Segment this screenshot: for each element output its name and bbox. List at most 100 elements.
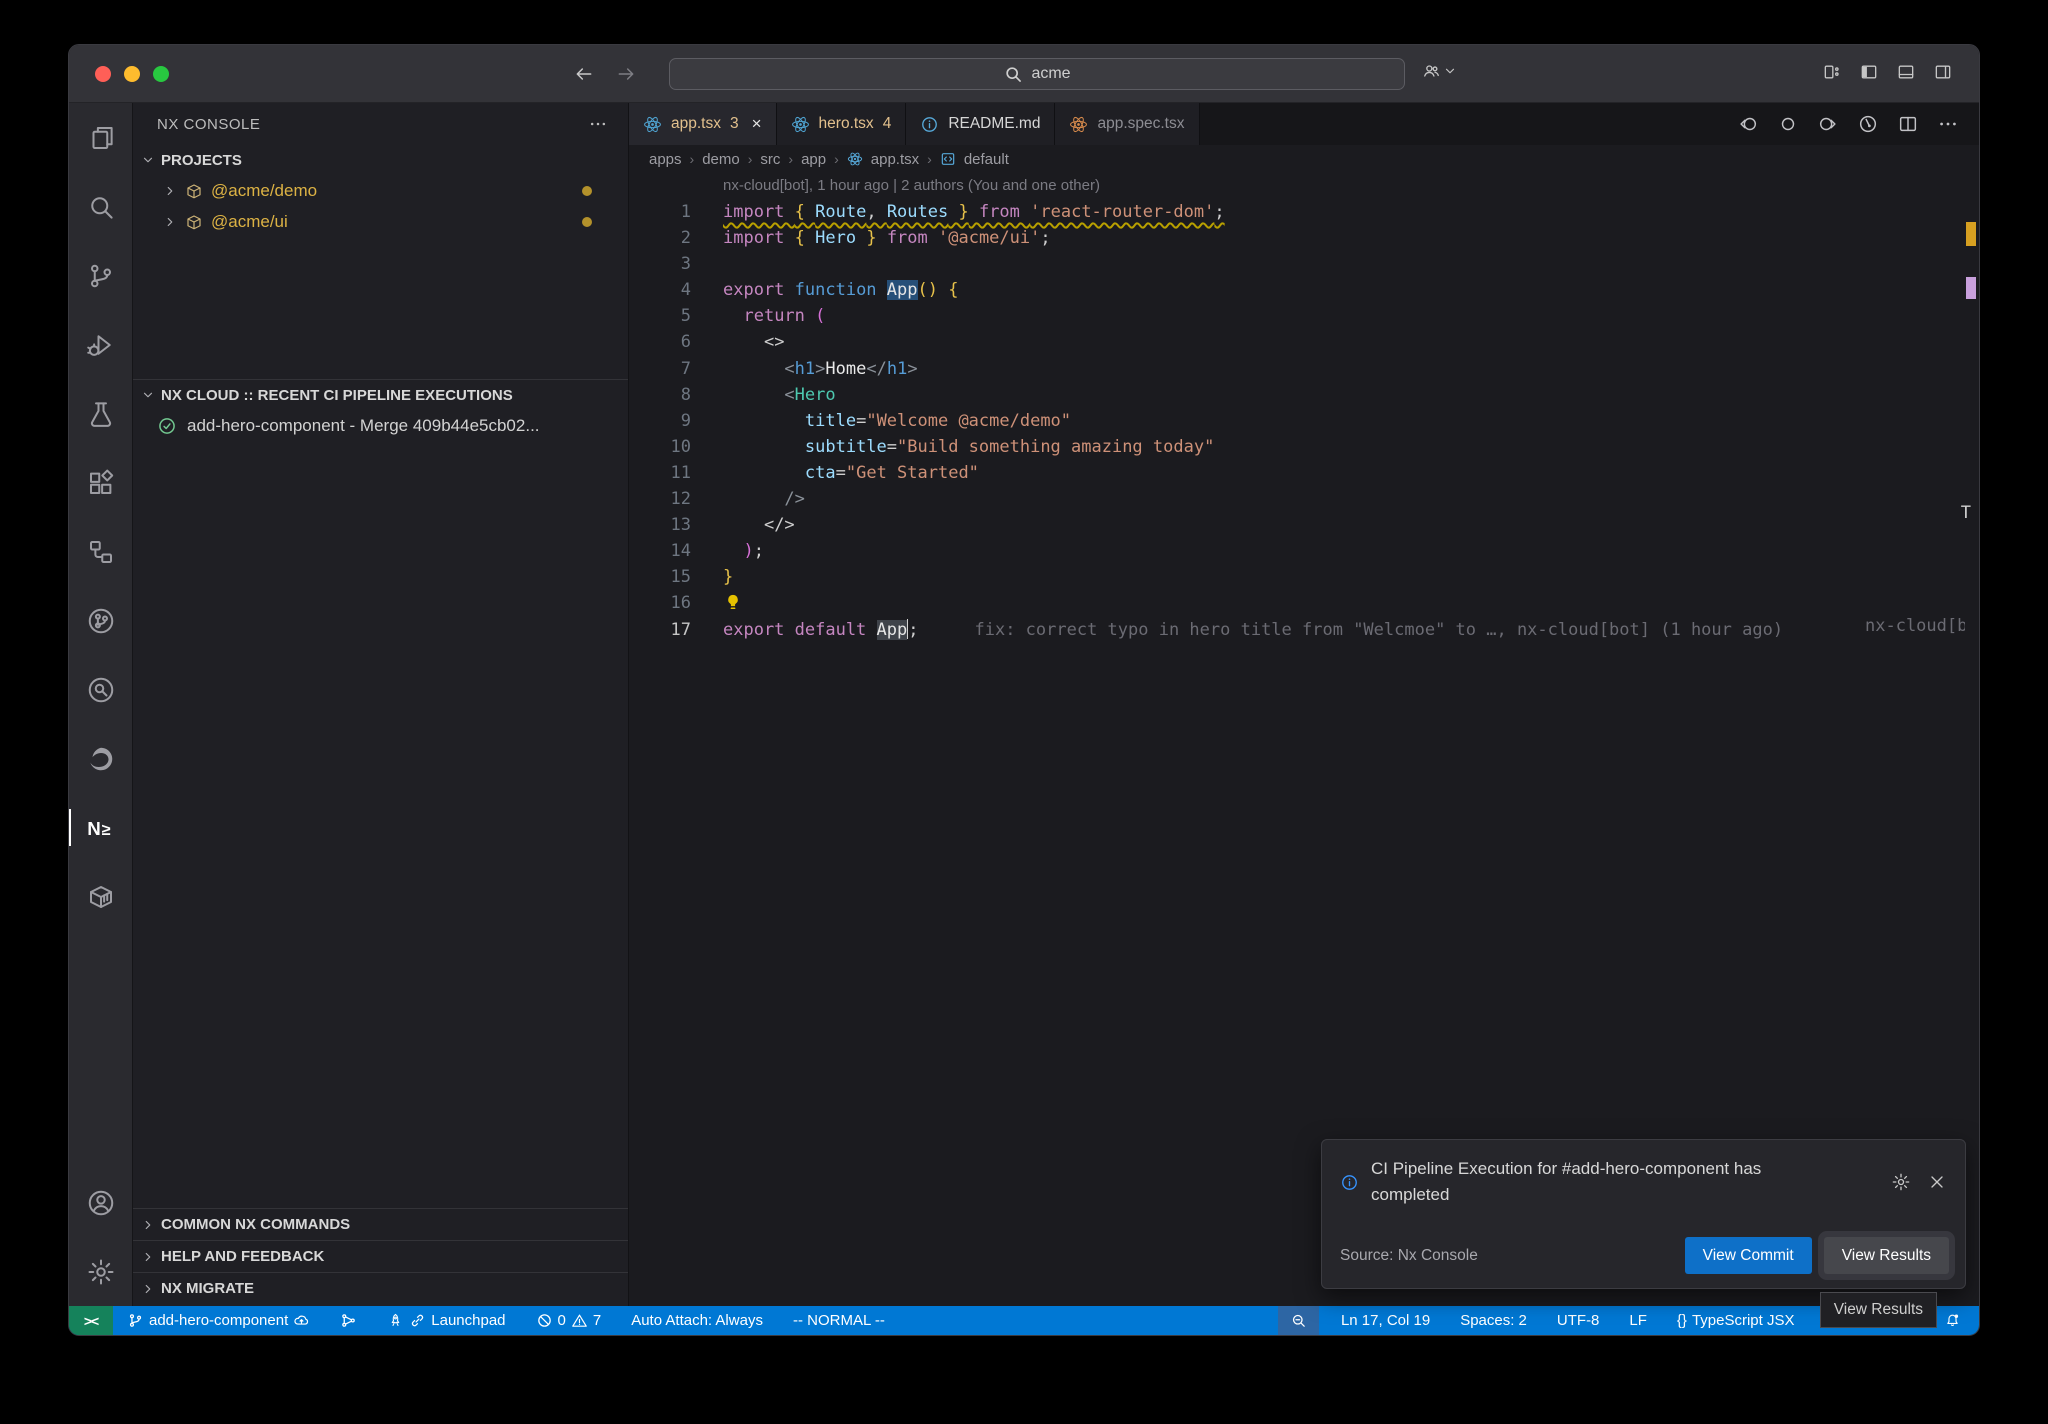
run-circle-icon[interactable] bbox=[1857, 113, 1879, 135]
toggle-secondary-sidebar-icon[interactable] bbox=[1933, 62, 1953, 82]
code-line-1[interactable]: 1import { Route, Routes } from 'react-ro… bbox=[629, 199, 1979, 225]
run-debug-icon[interactable] bbox=[69, 310, 132, 379]
code-token: /> bbox=[784, 489, 804, 509]
tab-app-spec-tsx[interactable]: app.spec.tsx bbox=[1055, 103, 1199, 145]
code-line-10[interactable]: 10 subtitle="Build something amazing tod… bbox=[629, 434, 1979, 460]
nav-current-circle-icon[interactable] bbox=[1777, 113, 1799, 135]
code-line-9[interactable]: 9 title="Welcome @acme/demo" bbox=[629, 408, 1979, 434]
eol-item[interactable]: LF bbox=[1621, 1306, 1655, 1335]
code-token: 'react-router-dom' bbox=[1030, 202, 1214, 222]
view-results-button[interactable]: View Results bbox=[1824, 1237, 1949, 1274]
code-line-16[interactable]: 16 bbox=[629, 590, 1979, 616]
encoding-item[interactable]: UTF-8 bbox=[1549, 1306, 1608, 1335]
project-name: @acme/demo bbox=[211, 181, 317, 201]
auto-attach-item[interactable]: Auto Attach: Always bbox=[623, 1306, 771, 1335]
code-line-6[interactable]: 6 <> bbox=[629, 329, 1979, 355]
gitlens-blame-header[interactable]: nx-cloud[bot], 1 hour ago | 2 authors (Y… bbox=[629, 173, 1979, 199]
code-line-3[interactable]: 3 bbox=[629, 251, 1979, 277]
problems-item[interactable]: 0 7 bbox=[528, 1306, 610, 1335]
projects-section-label: PROJECTS bbox=[161, 152, 242, 169]
close-icon[interactable]: × bbox=[752, 114, 762, 134]
nav-back-circle-icon[interactable] bbox=[1737, 113, 1759, 135]
code-line-2[interactable]: 2import { Hero } from '@acme/ui'; bbox=[629, 225, 1979, 251]
tab-problem-badge: 4 bbox=[883, 115, 892, 133]
code-token: return bbox=[743, 306, 815, 326]
breadcrumb-item[interactable]: demo bbox=[702, 151, 740, 168]
gitlens-inspect-icon[interactable] bbox=[69, 655, 132, 724]
tab-app-tsx[interactable]: app.tsx 3 × bbox=[629, 103, 777, 145]
tab-hero-tsx[interactable]: hero.tsx 4 bbox=[777, 103, 907, 145]
code-line-12[interactable]: 12 /> bbox=[629, 486, 1979, 512]
branch-name: add-hero-component bbox=[149, 1312, 288, 1329]
close-window-button[interactable] bbox=[95, 66, 111, 82]
command-center-search[interactable]: acme bbox=[669, 58, 1405, 90]
customize-layout-icon[interactable] bbox=[1822, 62, 1842, 82]
vim-mode-item[interactable]: -- NORMAL -- bbox=[785, 1306, 893, 1335]
svg-text:N: N bbox=[87, 817, 101, 838]
breadcrumb-item[interactable]: apps bbox=[649, 151, 682, 168]
notification-settings-gear-icon[interactable] bbox=[1891, 1156, 1911, 1209]
edge-tools-icon[interactable] bbox=[69, 724, 132, 793]
breadcrumb-item[interactable]: app bbox=[801, 151, 826, 168]
nx-migrate-header[interactable]: NX MIGRATE bbox=[133, 1272, 628, 1304]
nx-console-icon[interactable]: N≥ bbox=[69, 793, 132, 862]
gitlens-icon[interactable] bbox=[69, 586, 132, 655]
code-line-4[interactable]: 4export function App() { bbox=[629, 277, 1979, 303]
breadcrumb-item[interactable]: src bbox=[760, 151, 780, 168]
code-line-7[interactable]: 7 <h1>Home</h1> bbox=[629, 356, 1979, 382]
breadcrumb-item[interactable]: app.tsx bbox=[871, 151, 919, 168]
extensions-icon[interactable] bbox=[69, 448, 132, 517]
code-line-14[interactable]: 14 ); bbox=[629, 538, 1979, 564]
settings-gear-icon[interactable] bbox=[69, 1237, 132, 1306]
language-mode-item[interactable]: {} TypeScript JSX bbox=[1669, 1306, 1803, 1335]
code-editor[interactable]: nx-cloud[bot], 1 hour ago | 2 authors (Y… bbox=[629, 173, 1979, 1306]
code-line-11[interactable]: 11 cta="Get Started" bbox=[629, 460, 1979, 486]
tab-readme-md[interactable]: README.md bbox=[906, 103, 1055, 145]
back-arrow-icon[interactable] bbox=[574, 64, 594, 84]
references-icon[interactable] bbox=[69, 517, 132, 586]
code-line-13[interactable]: 13 </> bbox=[629, 512, 1979, 538]
project-item-acme-demo[interactable]: @acme/demo bbox=[133, 175, 628, 206]
containers-icon[interactable] bbox=[69, 862, 132, 931]
code-line-15[interactable]: 15} bbox=[629, 564, 1979, 590]
common-nx-commands-header[interactable]: COMMON NX COMMANDS bbox=[133, 1208, 628, 1240]
commit-graph-item[interactable] bbox=[332, 1306, 365, 1335]
forward-arrow-icon[interactable] bbox=[616, 64, 636, 84]
view-commit-button[interactable]: View Commit bbox=[1685, 1237, 1812, 1274]
toggle-sidebar-icon[interactable] bbox=[1859, 62, 1879, 82]
cursor-position-item[interactable]: Ln 17, Col 19 bbox=[1333, 1306, 1438, 1335]
search-icon[interactable] bbox=[69, 172, 132, 241]
more-actions-icon[interactable] bbox=[1937, 113, 1959, 135]
maximize-window-button[interactable] bbox=[153, 66, 169, 82]
testing-icon[interactable] bbox=[69, 379, 132, 448]
accounts-button[interactable] bbox=[1421, 61, 1457, 81]
bell-icon bbox=[1944, 1312, 1961, 1329]
split-editor-icon[interactable] bbox=[1897, 113, 1919, 135]
code-line-17[interactable]: 17export default App;fix: correct typo i… bbox=[629, 617, 1979, 643]
notification-close-icon[interactable] bbox=[1927, 1156, 1947, 1209]
code-token: from bbox=[969, 202, 1030, 222]
lightbulb-icon[interactable] bbox=[723, 592, 743, 612]
breadcrumb-item[interactable]: default bbox=[964, 151, 1009, 168]
zoom-out-item[interactable] bbox=[1278, 1306, 1319, 1335]
more-actions-icon[interactable] bbox=[588, 114, 608, 134]
minimize-window-button[interactable] bbox=[124, 66, 140, 82]
toggle-panel-icon[interactable] bbox=[1896, 62, 1916, 82]
projects-section-header[interactable]: PROJECTS bbox=[133, 145, 628, 175]
notifications-bell-item[interactable] bbox=[1936, 1306, 1969, 1335]
code-line-8[interactable]: 8 <Hero bbox=[629, 382, 1979, 408]
project-item-acme-ui[interactable]: @acme/ui bbox=[133, 206, 628, 237]
source-control-icon[interactable] bbox=[69, 241, 132, 310]
code-token: ( bbox=[815, 306, 825, 326]
code-line-5[interactable]: 5 return ( bbox=[629, 303, 1979, 329]
remote-indicator[interactable]: >< bbox=[69, 1306, 113, 1335]
account-icon[interactable] bbox=[69, 1168, 132, 1237]
files-icon[interactable] bbox=[69, 103, 132, 172]
nx-cloud-section-header[interactable]: NX CLOUD :: RECENT CI PIPELINE EXECUTION… bbox=[133, 380, 628, 410]
launchpad-item[interactable]: Launchpad bbox=[379, 1306, 513, 1335]
nav-forward-circle-icon[interactable] bbox=[1817, 113, 1839, 135]
help-and-feedback-header[interactable]: HELP AND FEEDBACK bbox=[133, 1240, 628, 1272]
indentation-item[interactable]: Spaces: 2 bbox=[1452, 1306, 1535, 1335]
git-branch-item[interactable]: add-hero-component bbox=[119, 1306, 318, 1335]
pipeline-execution-item[interactable]: add-hero-component - Merge 409b44e5cb02.… bbox=[133, 410, 628, 442]
